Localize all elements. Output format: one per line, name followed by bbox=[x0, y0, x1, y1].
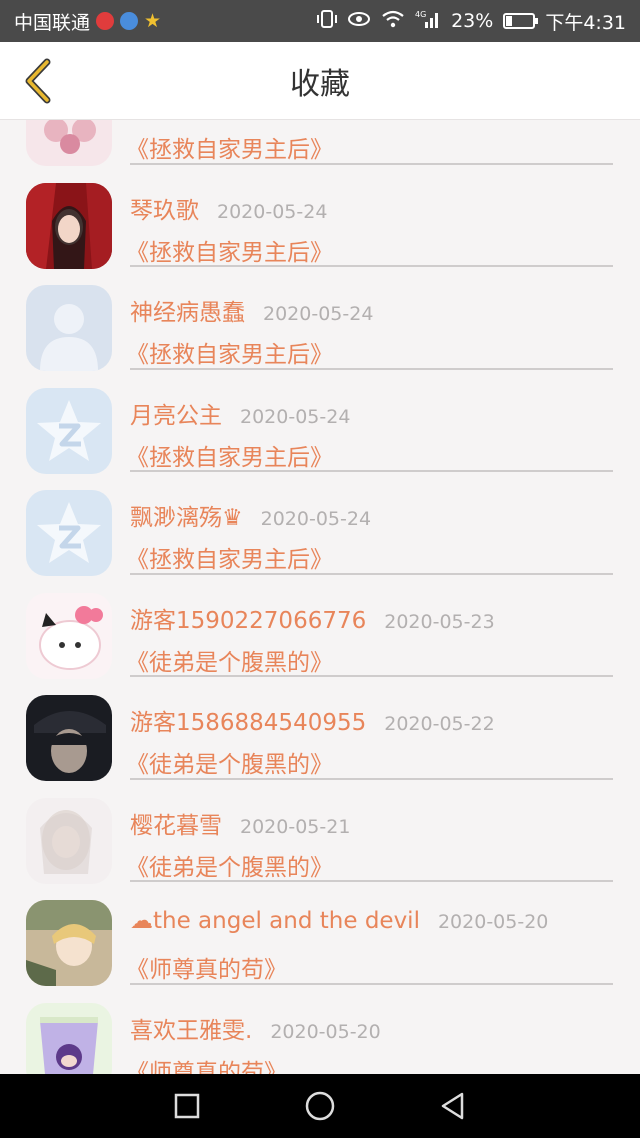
favorite-date: 2020-05-20 bbox=[437, 911, 549, 933]
wifi-icon bbox=[381, 9, 405, 34]
avatar[interactable] bbox=[26, 797, 112, 884]
book-title-link[interactable]: 《徒弟是个腹黑的》 bbox=[126, 745, 333, 779]
book-title-link[interactable]: 《师尊真的苟》 bbox=[126, 950, 287, 984]
system-nav-bar bbox=[0, 1074, 640, 1138]
favorite-info: 《拯救自家男主后》 bbox=[126, 120, 613, 165]
favorite-meta: 飘渺漓殇♛ 2020-05-24 bbox=[130, 498, 371, 532]
eye-icon bbox=[347, 9, 371, 34]
favorite-meta: 神经病愚蠢 2020-05-24 bbox=[130, 293, 373, 327]
favorite-info: 琴玖歌 2020-05-24 《拯救自家男主后》 bbox=[126, 165, 613, 267]
avatar[interactable] bbox=[26, 120, 112, 166]
favorite-row[interactable]: 《拯救自家男主后》 bbox=[0, 120, 640, 166]
favorite-row[interactable]: 神经病愚蠢 2020-05-24 《拯救自家男主后》 bbox=[0, 267, 640, 371]
book-title-link[interactable]: 《徒弟是个腹黑的》 bbox=[126, 848, 333, 882]
favorite-date: 2020-05-23 bbox=[384, 610, 495, 633]
username[interactable]: 游客1586884540955 bbox=[130, 703, 366, 737]
favorite-date: 2020-05-22 bbox=[384, 713, 495, 735]
avatar[interactable] bbox=[26, 695, 112, 781]
favorite-info: 飘渺漓殇♛ 2020-05-24 《拯救自家男主后》 bbox=[126, 472, 613, 575]
username[interactable]: 飘渺漓殇♛ bbox=[130, 498, 243, 532]
status-bar: 中国联通 ★ 4G 23% 下午4:31 bbox=[0, 0, 640, 42]
book-title-link[interactable]: 《拯救自家男主后》 bbox=[126, 540, 333, 574]
avatar[interactable] bbox=[26, 900, 112, 986]
favorite-date: 2020-05-24 bbox=[240, 405, 351, 428]
favorite-row[interactable]: 樱花暮雪 2020-05-21 《徒弟是个腹黑的》 bbox=[0, 780, 640, 884]
system-back-button[interactable] bbox=[433, 1086, 473, 1126]
notification-blue-icon bbox=[120, 12, 139, 30]
book-title-link[interactable]: 《拯救自家男主后》 bbox=[126, 233, 333, 267]
triangle-back-icon bbox=[442, 1092, 464, 1120]
book-title-link[interactable]: 《师尊真的苟》 bbox=[126, 1053, 287, 1075]
star-icon: ★ bbox=[144, 10, 162, 32]
status-left: 中国联通 ★ bbox=[14, 8, 161, 35]
book-title-link[interactable]: 《拯救自家男主后》 bbox=[126, 130, 333, 164]
favorite-meta: 樱花暮雪 2020-05-21 bbox=[130, 806, 350, 840]
favorite-row[interactable]: 喜欢王雅雯. 2020-05-20 《师尊真的苟》 bbox=[0, 985, 640, 1075]
favorite-meta: 喜欢王雅雯. 2020-05-20 bbox=[130, 1011, 381, 1045]
book-title-link[interactable]: 《拯救自家男主后》 bbox=[126, 438, 333, 472]
recent-apps-button[interactable] bbox=[167, 1086, 207, 1126]
favorite-date: 2020-05-24 bbox=[217, 200, 328, 223]
favorite-info: 月亮公主 2020-05-24 《拯救自家男主后》 bbox=[126, 370, 613, 472]
avatar[interactable] bbox=[26, 1002, 112, 1074]
avatar[interactable] bbox=[26, 490, 112, 576]
favorite-date: 2020-05-20 bbox=[270, 1020, 381, 1043]
username[interactable]: 月亮公主 bbox=[130, 396, 222, 430]
avatar[interactable] bbox=[26, 592, 112, 679]
square-icon bbox=[174, 1093, 199, 1119]
favorite-row[interactable]: 游客1586884540955 2020-05-22 《徒弟是个腹黑的》 bbox=[0, 677, 640, 781]
favorite-row[interactable]: 月亮公主 2020-05-24 《拯救自家男主后》 bbox=[0, 370, 640, 474]
favorite-meta: ☁the angel and the devil 2020-05-20 bbox=[130, 908, 548, 934]
header-bar: 收藏 bbox=[0, 42, 640, 120]
battery-percent: 23% bbox=[451, 10, 494, 32]
vibrate-icon bbox=[317, 9, 338, 34]
avatar[interactable] bbox=[26, 182, 112, 269]
favorite-meta: 游客1586884540955 2020-05-22 bbox=[130, 703, 495, 737]
favorite-info: 喜欢王雅雯. 2020-05-20 《师尊真的苟》 bbox=[126, 985, 613, 1075]
carrier-label: 中国联通 bbox=[14, 11, 91, 34]
favorite-info: 游客1586884540955 2020-05-22 《徒弟是个腹黑的》 bbox=[126, 677, 613, 780]
username[interactable]: 琴玖歌 bbox=[130, 191, 199, 225]
status-right: 4G 23% 下午4:31 bbox=[317, 8, 626, 35]
book-title-link[interactable]: 《拯救自家男主后》 bbox=[126, 335, 333, 369]
username[interactable]: ☁the angel and the devil bbox=[130, 908, 420, 934]
favorite-row[interactable]: ☁the angel and the devil 2020-05-20 《师尊真的苟… bbox=[0, 882, 640, 986]
svg-text:4G: 4G bbox=[415, 10, 426, 19]
book-title-link[interactable]: 《徒弟是个腹黑的》 bbox=[126, 643, 333, 677]
username[interactable]: 喜欢王雅雯. bbox=[130, 1011, 252, 1045]
chevron-left-icon bbox=[25, 58, 51, 104]
notification-red-icon bbox=[96, 12, 115, 30]
favorite-meta: 游客1590227066776 2020-05-23 bbox=[130, 601, 495, 635]
username[interactable]: 樱花暮雪 bbox=[130, 806, 222, 840]
favorites-list-inner: 《拯救自家男主后》 琴玖歌 2020-05-24 《拯救自家男主后》 神经病愚蠢 2020… bbox=[0, 120, 640, 1074]
favorites-list[interactable]: 《拯救自家男主后》 琴玖歌 2020-05-24 《拯救自家男主后》 神经病愚蠢 2020… bbox=[0, 120, 640, 1074]
favorite-info: 神经病愚蠢 2020-05-24 《拯救自家男主后》 bbox=[126, 267, 613, 370]
home-button[interactable] bbox=[300, 1086, 340, 1126]
favorite-meta: 月亮公主 2020-05-24 bbox=[130, 396, 350, 430]
favorite-info: 游客1590227066776 2020-05-23 《徒弟是个腹黑的》 bbox=[126, 575, 613, 677]
favorite-row[interactable]: 游客1590227066776 2020-05-23 《徒弟是个腹黑的》 bbox=[0, 575, 640, 679]
favorite-row[interactable]: 琴玖歌 2020-05-24 《拯救自家男主后》 bbox=[0, 165, 640, 269]
back-button[interactable] bbox=[14, 56, 62, 106]
favorite-row[interactable]: 飘渺漓殇♛ 2020-05-24 《拯救自家男主后》 bbox=[0, 472, 640, 576]
circle-icon bbox=[305, 1091, 335, 1121]
favorite-date: 2020-05-21 bbox=[240, 815, 351, 838]
favorite-info: 樱花暮雪 2020-05-21 《徒弟是个腹黑的》 bbox=[126, 780, 613, 882]
clock: 下午4:31 bbox=[545, 11, 626, 34]
username[interactable]: 游客1590227066776 bbox=[130, 601, 366, 635]
username[interactable]: 神经病愚蠢 bbox=[130, 293, 245, 327]
favorite-date: 2020-05-24 bbox=[263, 303, 374, 325]
avatar[interactable] bbox=[26, 387, 112, 474]
favorite-date: 2020-05-24 bbox=[260, 508, 372, 530]
favorite-info: ☁the angel and the devil 2020-05-20 《师尊真的苟… bbox=[126, 882, 613, 985]
page-title: 收藏 bbox=[290, 66, 350, 102]
favorite-meta: 琴玖歌 2020-05-24 bbox=[130, 191, 327, 225]
signal-icon: 4G bbox=[415, 9, 441, 34]
battery-icon bbox=[503, 13, 539, 29]
battery-level-fill bbox=[506, 16, 513, 26]
avatar[interactable] bbox=[26, 285, 112, 371]
